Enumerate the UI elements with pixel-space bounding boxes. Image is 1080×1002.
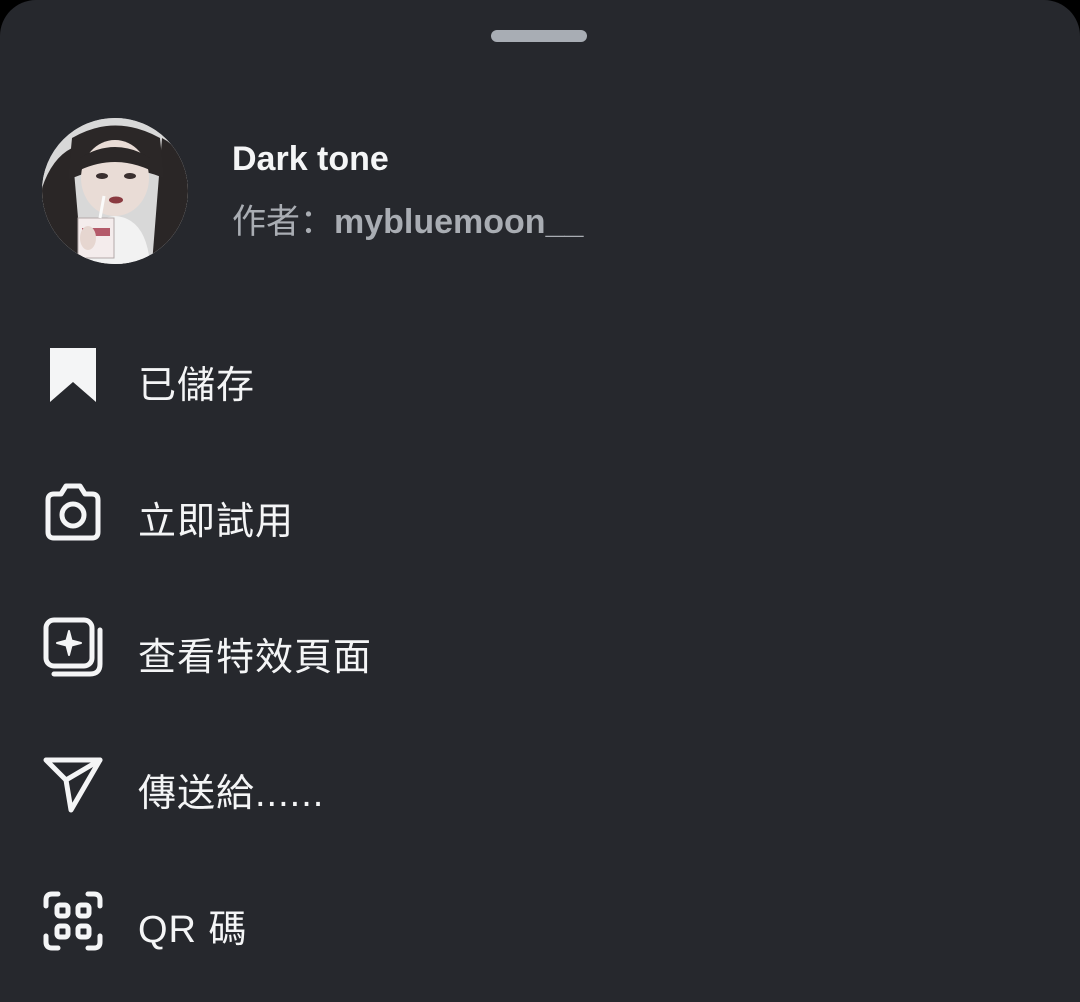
author-name[interactable]: mybluemoon__: [334, 203, 583, 241]
menu-item-view-effect-page[interactable]: 查看特效頁面: [0, 582, 1080, 718]
menu-item-label: 已儲存: [138, 365, 256, 407]
menu-item-label: 傳送給......: [138, 773, 325, 815]
effect-page-icon: [40, 616, 106, 682]
bottom-sheet: Dark tone 作者：mybluemoon__ 已儲存 立即試用 查看特效頁…: [0, 0, 1080, 1002]
effect-title: Dark tone: [232, 140, 389, 178]
menu-item-saved[interactable]: 已儲存: [0, 310, 1080, 446]
menu-item-label: 查看特效頁面: [138, 637, 373, 679]
send-icon: [40, 752, 106, 818]
effect-header: Dark tone 作者：mybluemoon__: [42, 118, 1022, 266]
menu-item-label: QR 碼: [138, 909, 248, 951]
menu-item-try-now[interactable]: 立即試用: [0, 446, 1080, 582]
qr-code-icon: [40, 888, 106, 954]
effect-avatar[interactable]: [42, 118, 188, 264]
avatar-image: [42, 118, 188, 264]
menu-item-send-to[interactable]: 傳送給......: [0, 718, 1080, 854]
camera-icon: [40, 480, 106, 546]
drag-handle[interactable]: [491, 30, 587, 42]
bookmark-filled-icon: [40, 344, 106, 410]
menu-item-qr-code[interactable]: QR 碼: [0, 854, 1080, 990]
author-prefix: 作者：: [232, 203, 334, 241]
effect-author[interactable]: 作者：mybluemoon__: [232, 194, 583, 243]
menu-item-label: 立即試用: [138, 501, 295, 543]
